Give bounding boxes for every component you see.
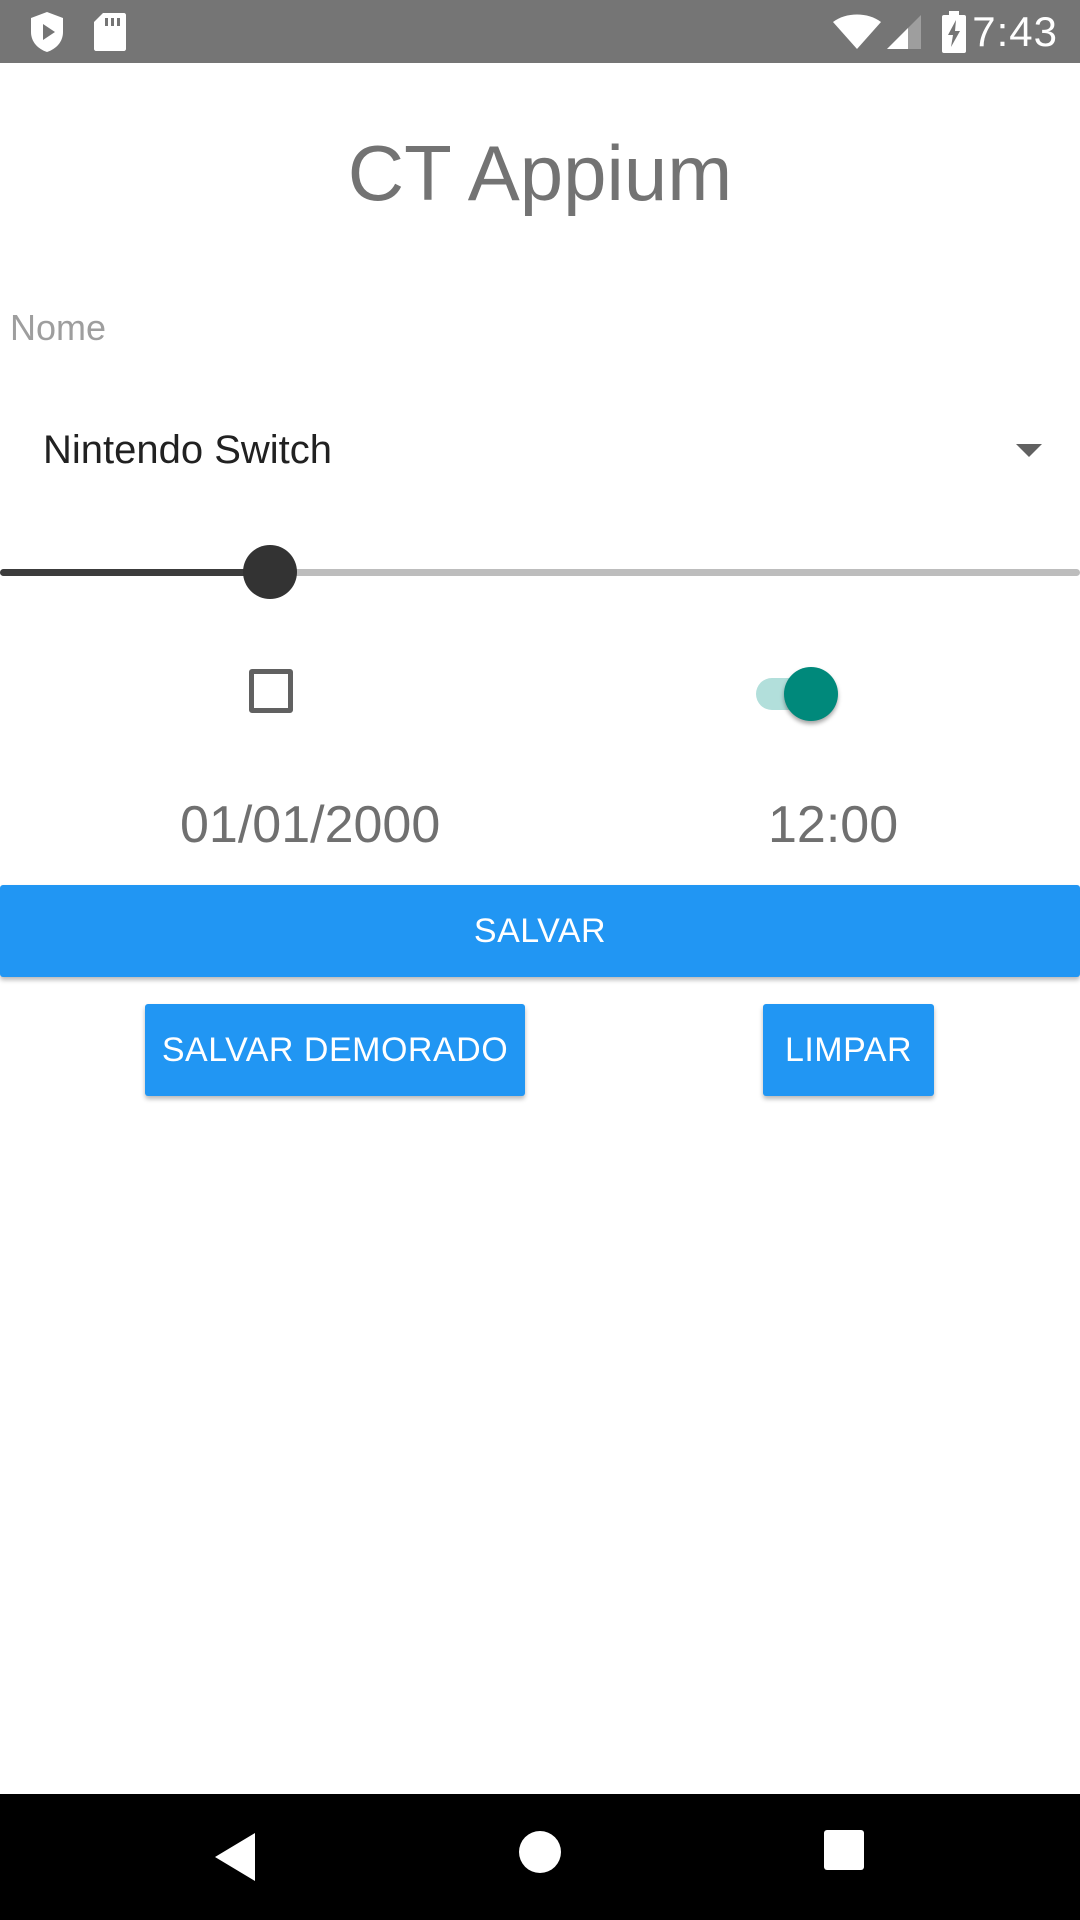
shield-play-icon <box>31 12 63 52</box>
save-delayed-button[interactable]: SALVAR DEMORADO <box>145 1004 525 1096</box>
battery-charging-icon <box>942 11 966 53</box>
sd-card-icon <box>94 13 126 51</box>
status-bar: 7:43 <box>0 0 1080 63</box>
console-spinner-value: Nintendo Switch <box>43 428 333 472</box>
seekbar-track <box>0 569 1080 576</box>
recents-icon[interactable] <box>824 1830 864 1870</box>
status-time: 7:43 <box>972 8 1058 55</box>
screen: 7:43 CT Appium Nintendo Switch 01/01/200… <box>0 0 1080 1920</box>
wifi-icon <box>833 14 881 49</box>
dropdown-arrow-icon <box>1016 444 1042 457</box>
save-button[interactable]: SALVAR <box>0 885 1080 977</box>
seekbar[interactable] <box>0 540 1080 604</box>
switch[interactable] <box>752 665 842 721</box>
back-icon[interactable] <box>215 1833 255 1881</box>
console-spinner[interactable]: Nintendo Switch <box>0 408 1080 498</box>
clear-button[interactable]: LIMPAR <box>763 1004 934 1096</box>
navigation-bar <box>0 1794 1080 1920</box>
name-input[interactable] <box>10 298 1070 358</box>
home-icon[interactable] <box>519 1831 561 1873</box>
seekbar-thumb[interactable] <box>243 545 297 599</box>
app-title: CT Appium <box>347 129 733 217</box>
seekbar-progress <box>0 569 270 576</box>
date-picker-text[interactable]: 01/01/2000 <box>180 795 440 855</box>
time-picker-text[interactable]: 12:00 <box>768 795 898 855</box>
switch-thumb <box>784 667 838 721</box>
signal-icon <box>887 15 921 49</box>
checkbox[interactable] <box>249 669 293 713</box>
